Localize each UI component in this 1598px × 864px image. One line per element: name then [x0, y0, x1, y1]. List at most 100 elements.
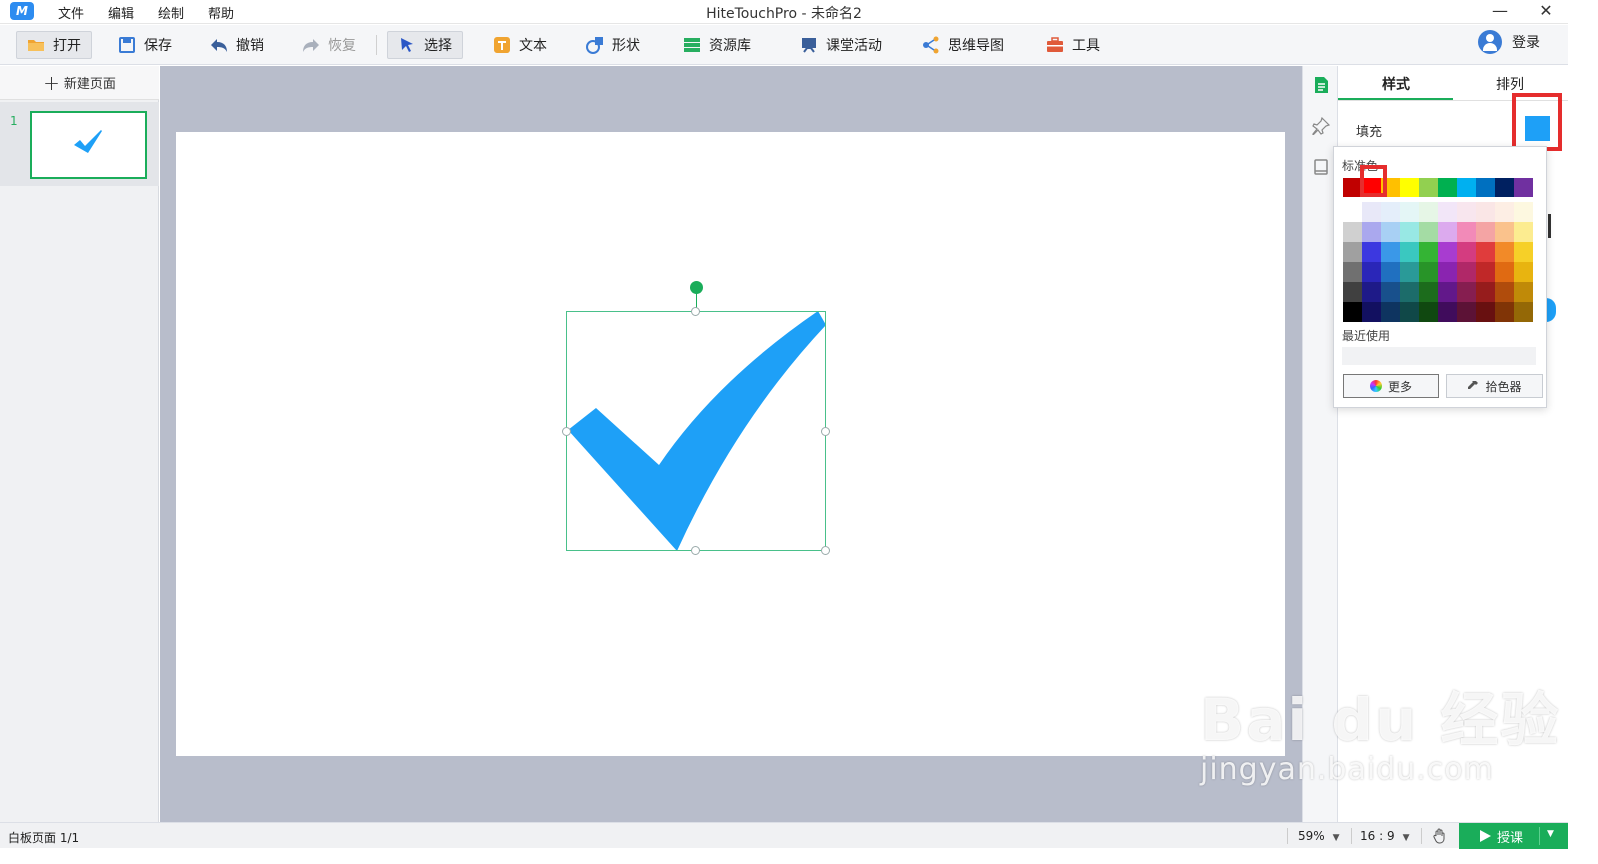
select-button[interactable]: 选择: [387, 31, 463, 59]
theme-color-swatch[interactable]: [1457, 242, 1476, 262]
open-button[interactable]: 打开: [16, 31, 92, 59]
book-icon[interactable]: [1312, 158, 1330, 176]
theme-color-swatch[interactable]: [1419, 302, 1438, 322]
pin-icon[interactable]: [1312, 117, 1330, 135]
tools-button[interactable]: 工具: [1036, 31, 1110, 59]
theme-color-swatch[interactable]: [1419, 222, 1438, 242]
whiteboard-slide[interactable]: [176, 132, 1285, 756]
theme-color-swatch[interactable]: [1438, 262, 1457, 282]
fill-color-swatch[interactable]: [1525, 116, 1550, 141]
selection-box[interactable]: [566, 311, 826, 551]
hand-icon[interactable]: [1432, 828, 1448, 844]
resize-handle-top[interactable]: [691, 307, 700, 316]
document-icon[interactable]: [1312, 76, 1330, 94]
theme-color-swatch[interactable]: [1438, 282, 1457, 302]
theme-color-swatch[interactable]: [1457, 282, 1476, 302]
teach-dropdown-chevron-icon[interactable]: ▼: [1547, 829, 1554, 839]
theme-color-swatch[interactable]: [1343, 262, 1362, 282]
mindmap-button[interactable]: 思维导图: [912, 31, 1014, 59]
text-button[interactable]: 文本: [483, 31, 557, 59]
theme-color-swatch[interactable]: [1457, 202, 1476, 222]
theme-color-swatch[interactable]: [1476, 282, 1495, 302]
theme-color-swatch[interactable]: [1362, 202, 1381, 222]
theme-color-swatch[interactable]: [1400, 222, 1419, 242]
new-page-button[interactable]: + 新建页面: [0, 66, 159, 100]
theme-color-swatch[interactable]: [1381, 262, 1400, 282]
theme-color-swatch[interactable]: [1514, 262, 1533, 282]
standard-color-swatch[interactable]: [1476, 178, 1495, 197]
theme-color-swatch[interactable]: [1476, 242, 1495, 262]
theme-color-swatch[interactable]: [1514, 202, 1533, 222]
resize-handle-bottom[interactable]: [691, 546, 700, 555]
undo-button[interactable]: 撤销: [200, 31, 274, 59]
menu-help[interactable]: 帮助: [208, 3, 234, 22]
theme-color-swatch[interactable]: [1514, 302, 1533, 322]
theme-color-swatch[interactable]: [1495, 222, 1514, 242]
resize-handle-bottom-right[interactable]: [821, 546, 830, 555]
close-button[interactable]: ✕: [1524, 0, 1568, 24]
theme-color-swatch[interactable]: [1419, 282, 1438, 302]
zoom-select[interactable]: 59% ▼: [1298, 829, 1340, 843]
theme-color-swatch[interactable]: [1381, 242, 1400, 262]
standard-color-swatch[interactable]: [1438, 178, 1457, 197]
theme-color-swatch[interactable]: [1476, 202, 1495, 222]
theme-color-swatch[interactable]: [1343, 282, 1362, 302]
canvas-area[interactable]: [160, 66, 1302, 822]
theme-color-swatch[interactable]: [1343, 302, 1362, 322]
theme-color-swatch[interactable]: [1381, 282, 1400, 302]
theme-color-swatch[interactable]: [1476, 262, 1495, 282]
theme-color-swatch[interactable]: [1495, 282, 1514, 302]
ratio-select[interactable]: 16 : 9 ▼: [1360, 829, 1410, 843]
theme-color-swatch[interactable]: [1514, 282, 1533, 302]
theme-color-swatch[interactable]: [1457, 262, 1476, 282]
eyedropper-button[interactable]: 拾色器: [1446, 374, 1543, 398]
standard-color-swatch[interactable]: [1495, 178, 1514, 197]
more-colors-button[interactable]: 更多: [1343, 374, 1439, 398]
theme-color-swatch[interactable]: [1438, 222, 1457, 242]
theme-color-swatch[interactable]: [1400, 282, 1419, 302]
save-button[interactable]: 保存: [108, 31, 182, 59]
menu-file[interactable]: 文件: [58, 3, 84, 22]
theme-color-swatch[interactable]: [1362, 222, 1381, 242]
menu-draw[interactable]: 绘制: [158, 3, 184, 22]
theme-color-swatch[interactable]: [1476, 302, 1495, 322]
menu-edit[interactable]: 编辑: [108, 3, 134, 22]
theme-color-swatch[interactable]: [1438, 242, 1457, 262]
theme-color-swatch[interactable]: [1400, 202, 1419, 222]
login-button[interactable]: 登录: [1478, 30, 1540, 54]
theme-color-swatch[interactable]: [1457, 302, 1476, 322]
theme-color-swatch[interactable]: [1495, 262, 1514, 282]
resize-handle-left[interactable]: [562, 427, 571, 436]
theme-color-swatch[interactable]: [1381, 222, 1400, 242]
theme-color-swatch[interactable]: [1419, 202, 1438, 222]
theme-color-swatch[interactable]: [1495, 202, 1514, 222]
tab-style[interactable]: 样式: [1382, 74, 1410, 94]
theme-color-swatch[interactable]: [1495, 242, 1514, 262]
standard-color-swatch[interactable]: [1400, 178, 1419, 197]
page-thumbnail-item[interactable]: 1: [0, 102, 159, 186]
theme-color-swatch[interactable]: [1514, 222, 1533, 242]
theme-color-swatch[interactable]: [1495, 302, 1514, 322]
redo-button[interactable]: 恢复: [292, 31, 366, 59]
theme-color-swatch[interactable]: [1419, 262, 1438, 282]
theme-color-swatch[interactable]: [1362, 282, 1381, 302]
standard-color-swatch[interactable]: [1419, 178, 1438, 197]
theme-color-swatch[interactable]: [1419, 242, 1438, 262]
resize-handle-right[interactable]: [821, 427, 830, 436]
theme-color-swatch[interactable]: [1438, 302, 1457, 322]
theme-color-swatch[interactable]: [1381, 302, 1400, 322]
theme-color-swatch[interactable]: [1457, 222, 1476, 242]
standard-color-swatch[interactable]: [1457, 178, 1476, 197]
theme-color-swatch[interactable]: [1343, 242, 1362, 262]
standard-color-swatch[interactable]: [1514, 178, 1533, 197]
theme-color-swatch[interactable]: [1514, 242, 1533, 262]
theme-color-swatch[interactable]: [1362, 302, 1381, 322]
resources-button[interactable]: 资源库: [673, 31, 761, 59]
theme-color-swatch[interactable]: [1476, 222, 1495, 242]
theme-color-swatch[interactable]: [1400, 242, 1419, 262]
activity-button[interactable]: 课堂活动: [790, 31, 892, 59]
rotation-handle[interactable]: [690, 281, 703, 294]
theme-color-swatch[interactable]: [1362, 242, 1381, 262]
shape-button[interactable]: 形状: [576, 31, 650, 59]
theme-color-swatch[interactable]: [1400, 302, 1419, 322]
